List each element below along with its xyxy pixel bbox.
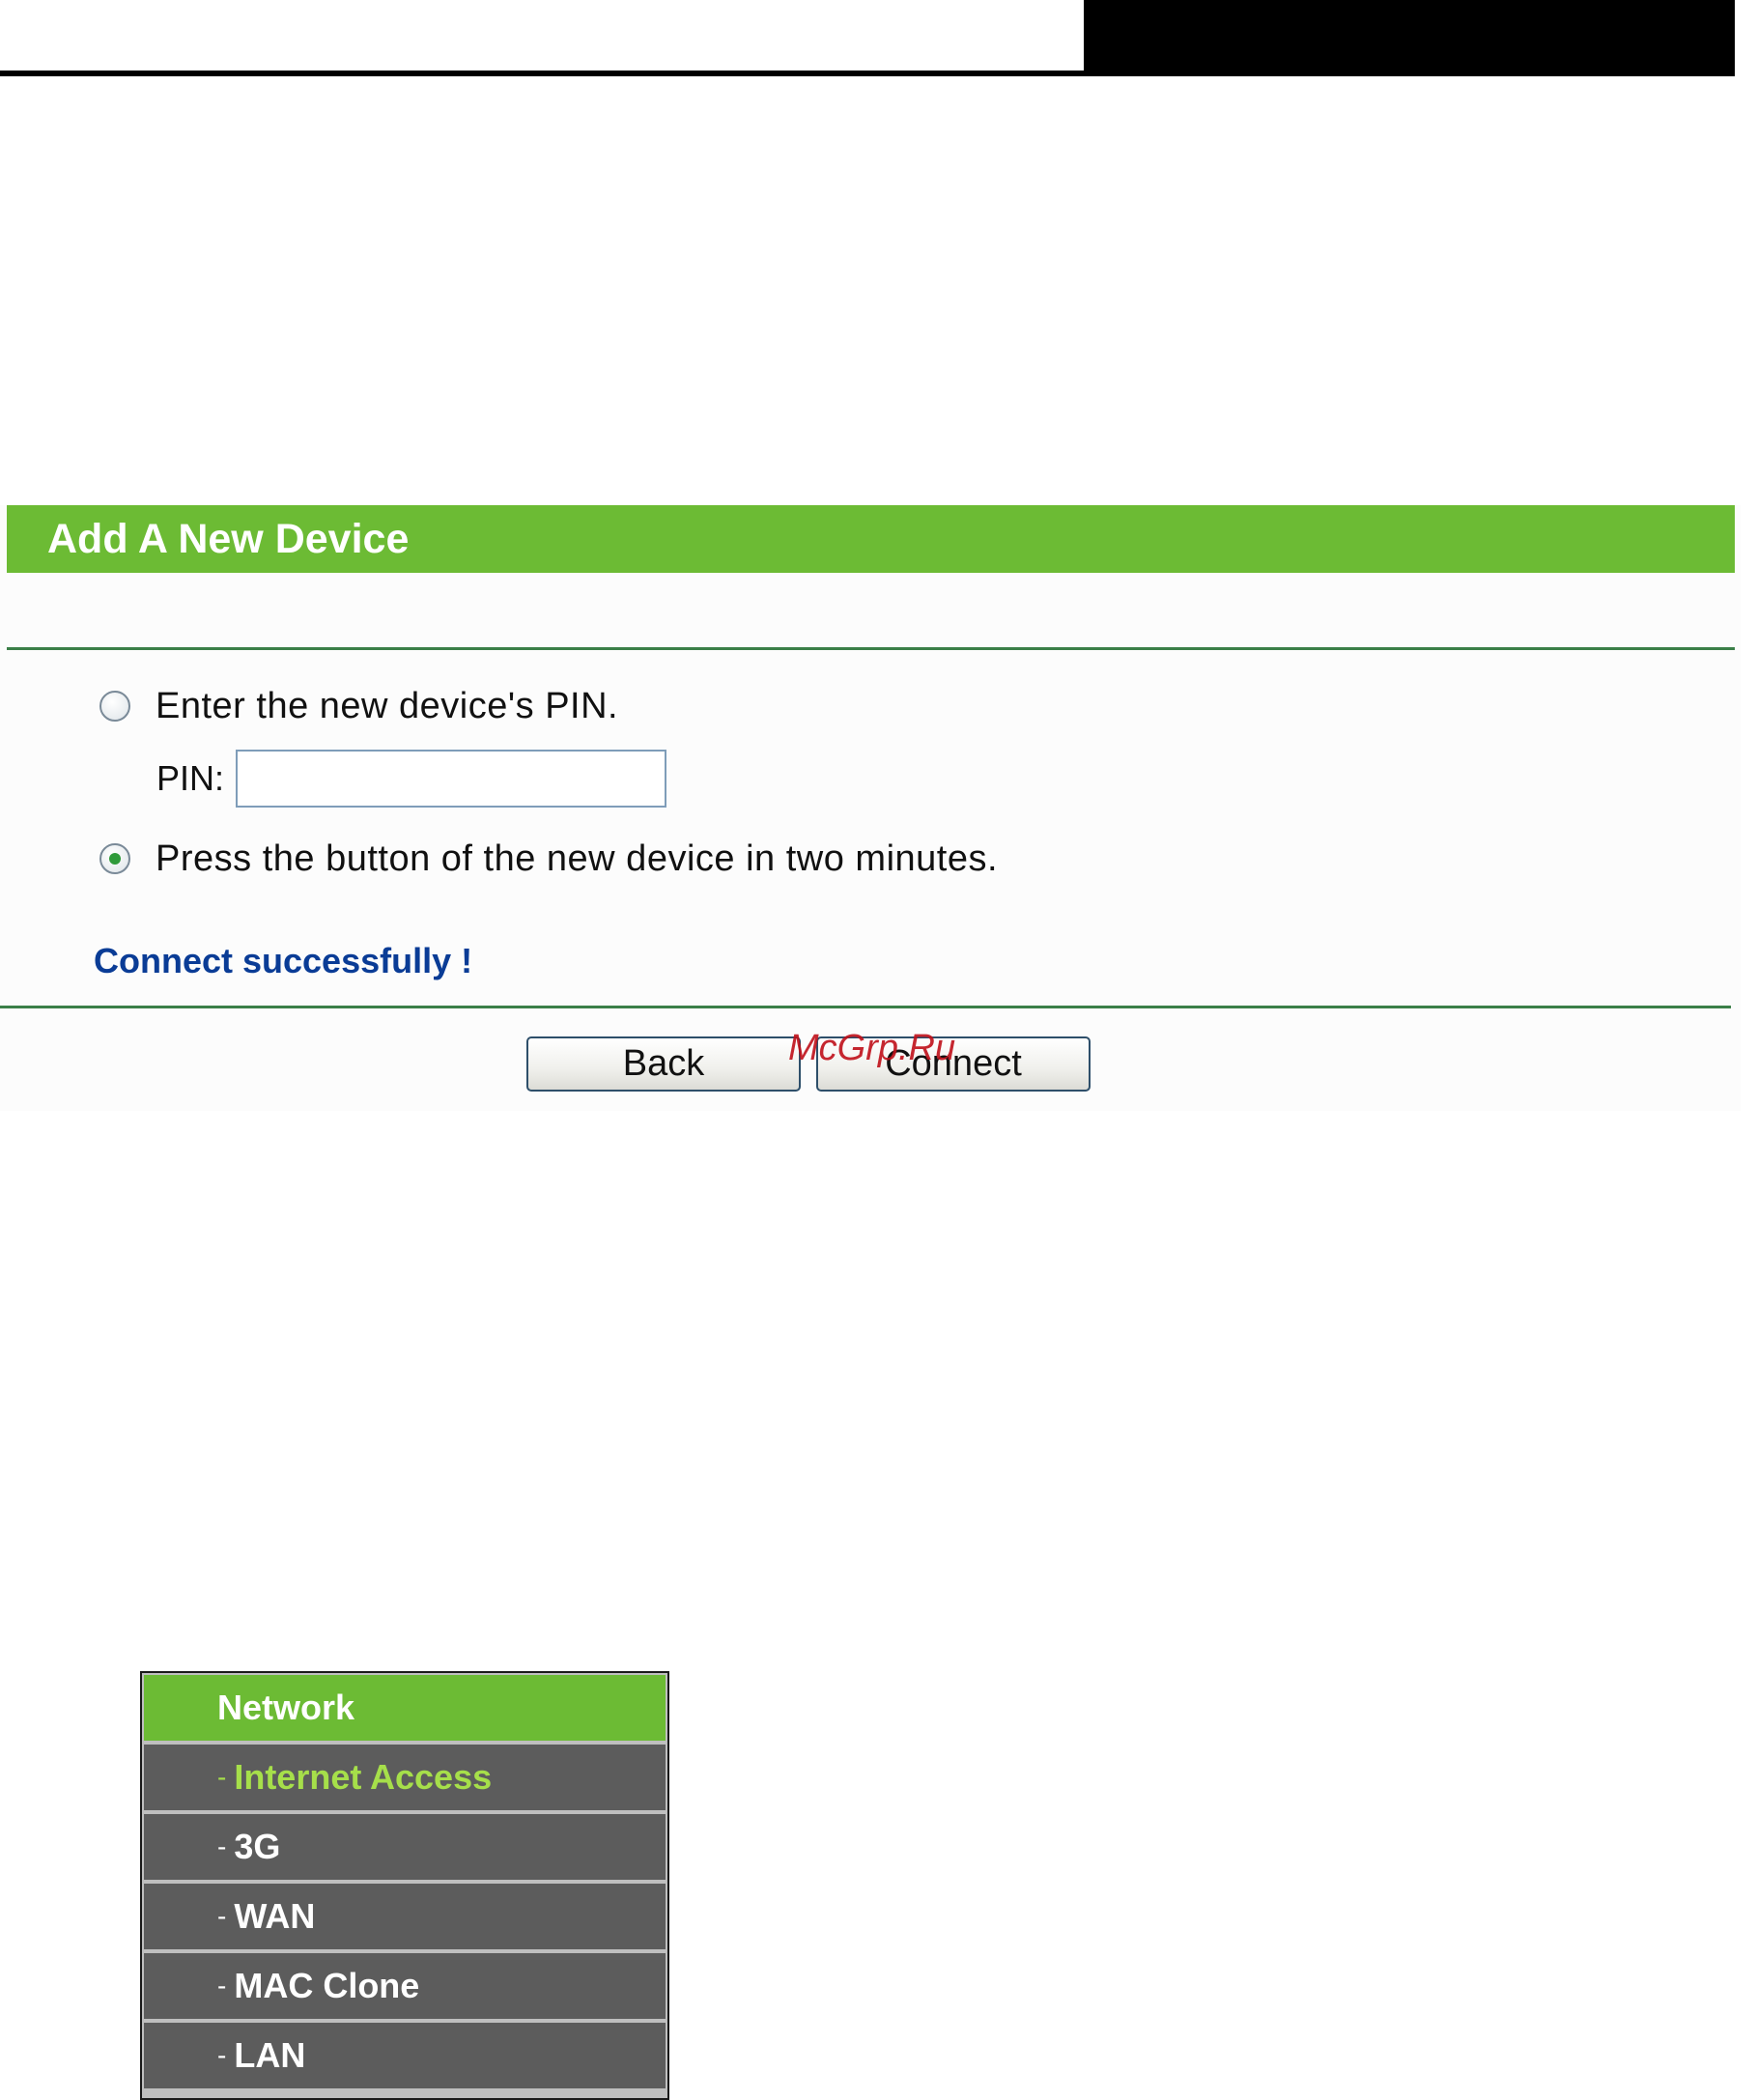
divider-bottom — [0, 1006, 1731, 1008]
option-pin-row[interactable]: Enter the new device's PIN. — [99, 684, 618, 728]
menu-item-label: 3G — [234, 1827, 281, 1866]
watermark: McGrp.Ru — [788, 1028, 956, 1068]
menu-item-label: Internet Access — [234, 1757, 493, 1797]
menu-item-wan[interactable]: - WAN — [144, 1884, 666, 1949]
button-radio[interactable] — [99, 843, 130, 874]
menu-item-label: LAN — [234, 2035, 306, 2075]
menu-item-label: WAN — [234, 1896, 316, 1936]
network-menu: Network - Internet Access - 3G - WAN - M… — [140, 1671, 669, 2100]
pin-row: PIN: — [156, 750, 667, 808]
menu-item-lan[interactable]: - LAN — [144, 2023, 666, 2088]
menu-dash: - — [217, 1971, 227, 2001]
menu-header-network[interactable]: Network — [144, 1675, 666, 1741]
panel-header: Add A New Device — [7, 505, 1735, 573]
menu-dash: - — [217, 2040, 227, 2070]
menu-dash: - — [217, 1762, 227, 1792]
menu-dash: - — [217, 1901, 227, 1931]
pin-label: PIN: — [156, 758, 225, 798]
menu-item-internet-access[interactable]: - Internet Access — [144, 1745, 666, 1810]
pin-input[interactable] — [236, 750, 667, 808]
add-device-panel: Add A New Device Enter the new device's … — [0, 505, 1741, 1111]
option-pin-label: Enter the new device's PIN. — [156, 685, 619, 726]
menu-item-3g[interactable]: - 3G — [144, 1814, 666, 1880]
menu-dash: - — [217, 1831, 227, 1861]
pin-radio[interactable] — [99, 691, 130, 722]
divider-top — [7, 647, 1735, 650]
status-message: Connect successfully ! — [94, 941, 473, 980]
option-button-row[interactable]: Press the button of the new device in tw… — [99, 837, 998, 881]
option-button-label: Press the button of the new device in tw… — [156, 837, 999, 879]
menu-item-mac-clone[interactable]: - MAC Clone — [144, 1953, 666, 2019]
panel-title: Add A New Device — [47, 516, 410, 562]
back-button[interactable]: Back — [526, 1036, 801, 1092]
header-black-box — [1084, 0, 1735, 73]
menu-item-label: MAC Clone — [234, 1966, 420, 2005]
